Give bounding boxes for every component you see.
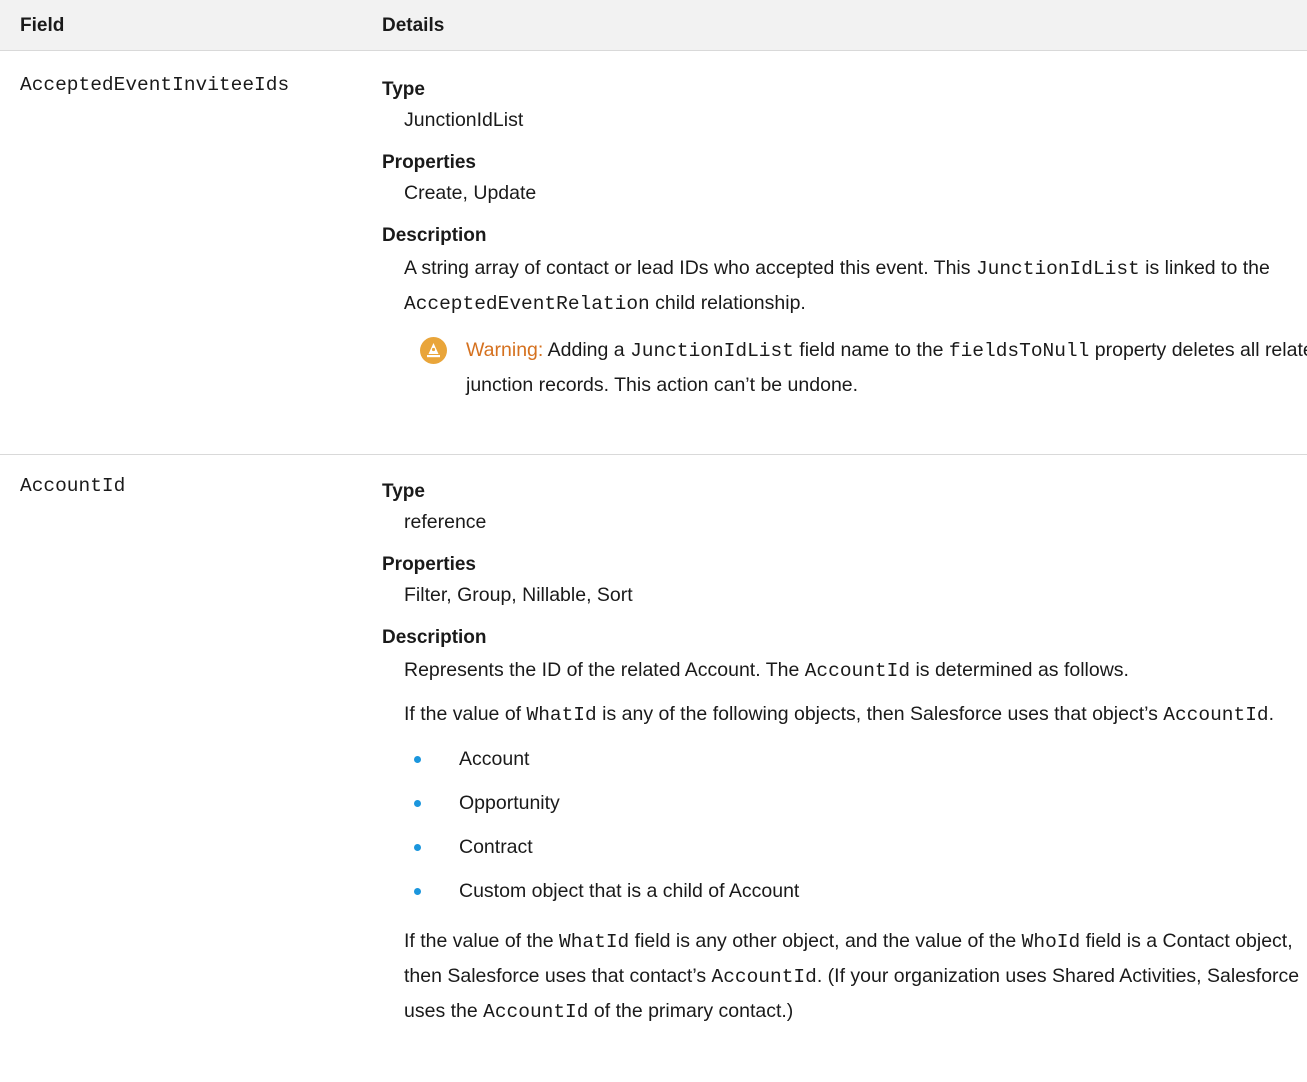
field-details: Type reference Properties Filter, Group,… (382, 477, 1307, 1029)
description-paragraph: Represents the ID of the related Account… (404, 659, 1129, 682)
type-value: JunctionIdList (404, 109, 524, 131)
bullet-icon (414, 756, 421, 763)
list-item: Custom object that is a child of Account (404, 869, 1307, 913)
list-item: Opportunity (404, 781, 1307, 825)
code-fieldstonull: fieldsToNull (948, 340, 1090, 362)
code-whatid: WhatId (526, 704, 597, 726)
table-header: Field Details (0, 0, 1307, 51)
type-label: Type (382, 481, 425, 502)
code-junctionidlist: JunctionIdList (630, 340, 794, 362)
warning-callout: Warning: Adding a JunctionIdList field n… (420, 333, 1307, 402)
table-row: AccountId Type reference Properties Filt… (0, 455, 1307, 1082)
description-label: Description (382, 225, 487, 246)
type-value: reference (404, 511, 487, 533)
code-accountid: AccountId (711, 966, 817, 988)
list-item: Contract (404, 825, 1307, 869)
description-text: A string array of contact or lead IDs wh… (404, 257, 1270, 315)
properties-value: Filter, Group, Nillable, Sort (404, 584, 633, 606)
code-junctionidlist: JunctionIdList (975, 258, 1140, 280)
column-header-field: Field (20, 15, 65, 36)
warning-label: Warning: (466, 339, 544, 361)
field-name: AcceptedEventInviteeIds (20, 74, 290, 96)
field-details: Type JunctionIdList Properties Create, U… (382, 75, 1307, 402)
type-label: Type (382, 79, 425, 100)
object-list: Account Opportunity Contract Custom obje… (404, 737, 1307, 913)
properties-value: Create, Update (404, 182, 537, 204)
table-row: AcceptedEventInviteeIds Type JunctionIdL… (0, 51, 1307, 455)
column-header-details: Details (382, 15, 445, 36)
properties-label: Properties (382, 152, 476, 173)
list-item: Account (404, 737, 1307, 781)
description-paragraph: If the value of WhatId is any of the fol… (404, 703, 1275, 726)
code-accountid: AccountId (804, 660, 911, 682)
code-acceptedeventrelation: AcceptedEventRelation (404, 293, 650, 315)
description-paragraph: If the value of the WhatId field is any … (404, 930, 1300, 1023)
bullet-icon (414, 888, 421, 895)
bullet-icon (414, 844, 421, 851)
field-name: AccountId (20, 475, 126, 497)
properties-label: Properties (382, 554, 476, 575)
code-accountid: AccountId (483, 1001, 589, 1023)
warning-icon (420, 337, 447, 364)
code-whatid: WhatId (559, 931, 630, 953)
code-whoid: WhoId (1021, 931, 1081, 953)
description-label: Description (382, 627, 487, 648)
bullet-icon (414, 800, 421, 807)
code-accountid: AccountId (1163, 704, 1269, 726)
